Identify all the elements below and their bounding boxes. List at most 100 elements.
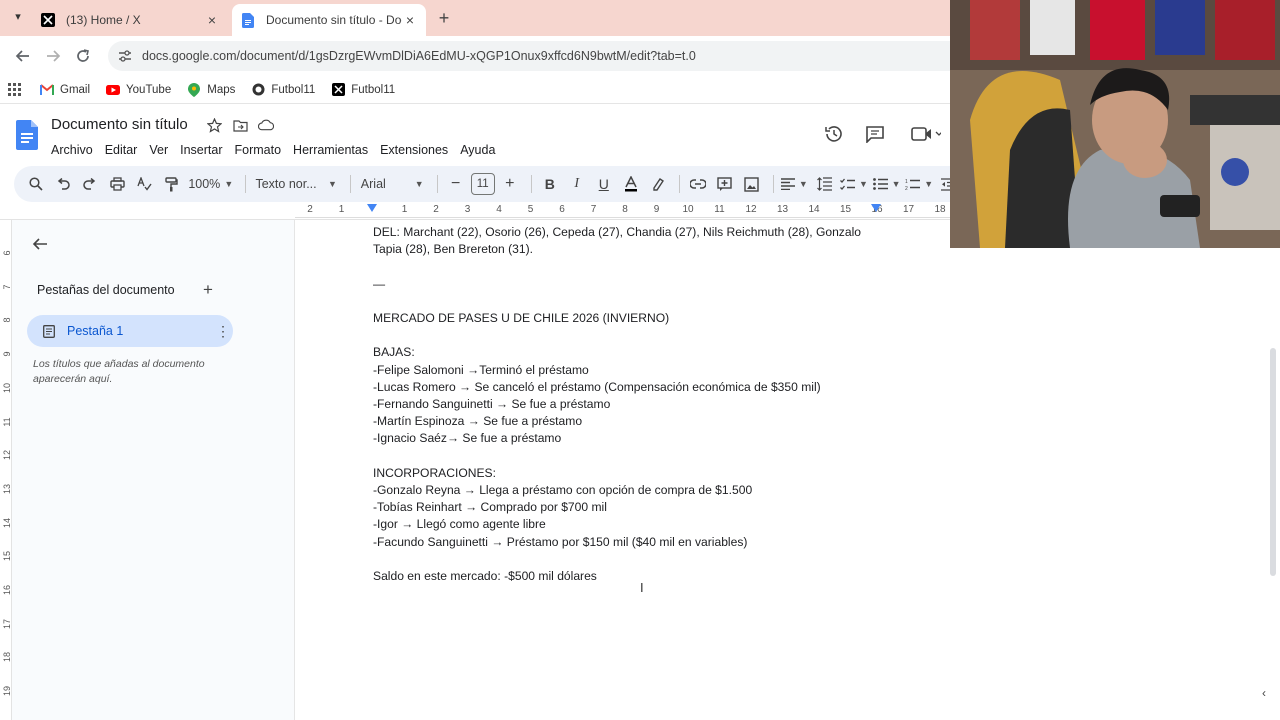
- highlight-color-icon[interactable]: [646, 172, 670, 196]
- document-paragraph[interactable]: DEL: Marchant (22), Osorio (26), Cepeda …: [373, 224, 878, 258]
- document-paragraph[interactable]: -Igor → Llegó como agente libre: [373, 516, 878, 533]
- insert-link-icon[interactable]: [686, 172, 710, 196]
- bold-icon[interactable]: B: [538, 172, 562, 196]
- right-indent-marker-icon[interactable]: [871, 204, 881, 212]
- font-size-input[interactable]: 11: [470, 173, 495, 195]
- insert-comment-icon[interactable]: [713, 172, 737, 196]
- browser-tab-docs[interactable]: Documento sin título - Docume ×: [232, 4, 426, 36]
- tab-search-chevron-icon[interactable]: ▾: [10, 10, 26, 26]
- print-icon[interactable]: [105, 172, 129, 196]
- star-icon[interactable]: [206, 117, 222, 133]
- scrollbar[interactable]: [1270, 348, 1276, 576]
- document-paragraph[interactable]: -Martín Espinoza → Se fue a préstamo: [373, 413, 878, 430]
- document-paragraph[interactable]: [373, 448, 878, 465]
- document-paragraph[interactable]: MERCADO DE PASES U DE CHILE 2026 (INVIER…: [373, 310, 878, 327]
- menu-editar[interactable]: Editar: [105, 143, 138, 157]
- document-paragraph[interactable]: [373, 258, 878, 275]
- horizontal-ruler[interactable]: 2 1 1 2 3 4 5 6 7 8 9 10 11 12 13 14 15 16 17 18: [295, 204, 950, 218]
- document-title[interactable]: Documento sin título: [51, 116, 188, 133]
- ruler-tick: 15: [2, 551, 12, 562]
- cloud-saved-icon[interactable]: [258, 117, 274, 133]
- text-color-icon[interactable]: [619, 172, 643, 196]
- align-icon[interactable]: ▼: [780, 172, 810, 196]
- menu-ayuda[interactable]: Ayuda: [460, 143, 495, 157]
- document-paragraph[interactable]: —: [373, 276, 878, 293]
- document-paragraph[interactable]: -Felipe Salomoni →Terminó el préstamo: [373, 362, 878, 379]
- document-paragraph[interactable]: -Lucas Romero → Se canceló el préstamo (…: [373, 379, 878, 396]
- paint-format-icon[interactable]: [159, 172, 183, 196]
- bookmark-gmail[interactable]: Gmail: [40, 83, 90, 97]
- menu-extensiones[interactable]: Extensiones: [380, 143, 448, 157]
- add-tab-plus-icon[interactable]: +: [203, 280, 213, 300]
- zoom-select[interactable]: 100% ▼: [186, 172, 236, 196]
- apps-grid-icon[interactable]: [8, 82, 22, 97]
- document-page[interactable]: DEL: Marchant (22), Osorio (26), Cepeda …: [294, 220, 950, 720]
- side-panel-chevron-icon[interactable]: ‹: [1262, 686, 1280, 704]
- bookmark-futbol11-a[interactable]: Futbol11: [251, 83, 315, 97]
- document-paragraph[interactable]: [373, 551, 878, 568]
- ruler-tick: 13: [2, 483, 12, 494]
- more-options-icon[interactable]: ⋮: [213, 323, 233, 340]
- document-paragraph[interactable]: [373, 293, 878, 310]
- search-menus-icon[interactable]: [24, 172, 48, 196]
- browser-tab-x[interactable]: (13) Home / X ×: [32, 4, 228, 36]
- ruler-tick: 15: [839, 204, 852, 215]
- document-paragraph[interactable]: -Tobías Reinhart → Comprado por $700 mil: [373, 499, 878, 516]
- underline-icon[interactable]: U: [592, 172, 616, 196]
- numbered-list-icon[interactable]: 1 2 ▼: [904, 172, 934, 196]
- checklist-icon[interactable]: ▼: [839, 172, 869, 196]
- bookmark-futbol11-b[interactable]: Futbol11: [331, 83, 395, 97]
- menu-herramientas[interactable]: Herramientas: [293, 143, 368, 157]
- url-field[interactable]: docs.google.com/document/d/1gsDzrgEWvmDl…: [108, 41, 950, 71]
- spellcheck-icon[interactable]: [132, 172, 156, 196]
- browser-window: ▾ (13) Home / X × Documento sin título -…: [0, 0, 950, 720]
- google-docs-icon[interactable]: [16, 120, 38, 150]
- back-arrow-icon[interactable]: [8, 41, 38, 71]
- undo-icon[interactable]: [51, 172, 75, 196]
- comments-icon[interactable]: [863, 122, 887, 146]
- site-settings-icon[interactable]: [118, 48, 134, 64]
- reload-icon[interactable]: [68, 41, 98, 71]
- decrease-font-size-button[interactable]: −: [444, 172, 468, 196]
- ruler-tick: 18: [934, 204, 946, 215]
- document-paragraph[interactable]: INCORPORACIONES:: [373, 465, 878, 482]
- ruler-tick: 14: [2, 517, 12, 528]
- line-spacing-icon[interactable]: [812, 172, 836, 196]
- document-paragraph[interactable]: [373, 327, 878, 344]
- menu-insertar[interactable]: Insertar: [180, 143, 222, 157]
- redo-icon[interactable]: [78, 172, 102, 196]
- version-history-icon[interactable]: [822, 122, 846, 146]
- bulleted-list-icon[interactable]: ▼: [872, 172, 902, 196]
- document-paragraph[interactable]: -Fernando Sanguinetti → Se fue a préstam…: [373, 396, 878, 413]
- document-paragraph[interactable]: Saldo en este mercado: -$500 mil dólares: [373, 568, 878, 585]
- ruler-tick: 9: [653, 204, 660, 215]
- document-paragraph[interactable]: -Gonzalo Reyna → Llega a préstamo con op…: [373, 482, 878, 499]
- italic-icon[interactable]: I: [565, 172, 589, 196]
- menu-archivo[interactable]: Archivo: [51, 143, 93, 157]
- indent-marker-icon[interactable]: [367, 204, 377, 212]
- bookmark-youtube[interactable]: YouTube: [106, 83, 171, 97]
- ruler-tick: 6: [559, 204, 565, 215]
- menu-formato[interactable]: Formato: [235, 143, 282, 157]
- insert-image-icon[interactable]: [740, 172, 764, 196]
- document-paragraph[interactable]: -Facundo Sanguinetti → Préstamo por $150…: [373, 534, 878, 551]
- font-select[interactable]: Arial ▼: [357, 172, 428, 196]
- decrease-indent-icon[interactable]: [937, 172, 950, 196]
- forward-arrow-icon[interactable]: [38, 41, 68, 71]
- document-tab-1[interactable]: Pestaña 1 ⋮: [27, 315, 233, 347]
- move-folder-icon[interactable]: [232, 117, 248, 133]
- bookmark-maps[interactable]: Maps: [187, 82, 235, 97]
- menu-ver[interactable]: Ver: [149, 143, 168, 157]
- close-outline-arrow-icon[interactable]: [32, 236, 50, 254]
- meet-video-icon[interactable]: [908, 122, 944, 146]
- document-body[interactable]: DEL: Marchant (22), Osorio (26), Cepeda …: [373, 224, 878, 585]
- style-select[interactable]: Texto nor... ▼: [251, 172, 340, 196]
- vertical-ruler[interactable]: 6 7 8 9 10 11 12 13 14 15 16 17 18 19: [0, 220, 12, 720]
- new-tab-plus-icon[interactable]: +: [434, 8, 454, 28]
- close-icon[interactable]: ×: [402, 12, 418, 28]
- increase-font-size-button[interactable]: +: [498, 172, 522, 196]
- document-paragraph[interactable]: BAJAS:: [373, 344, 878, 361]
- svg-text:2: 2: [905, 186, 908, 191]
- close-icon[interactable]: ×: [204, 12, 220, 28]
- document-paragraph[interactable]: -Ignacio Saéz→ Se fue a préstamo: [373, 430, 878, 447]
